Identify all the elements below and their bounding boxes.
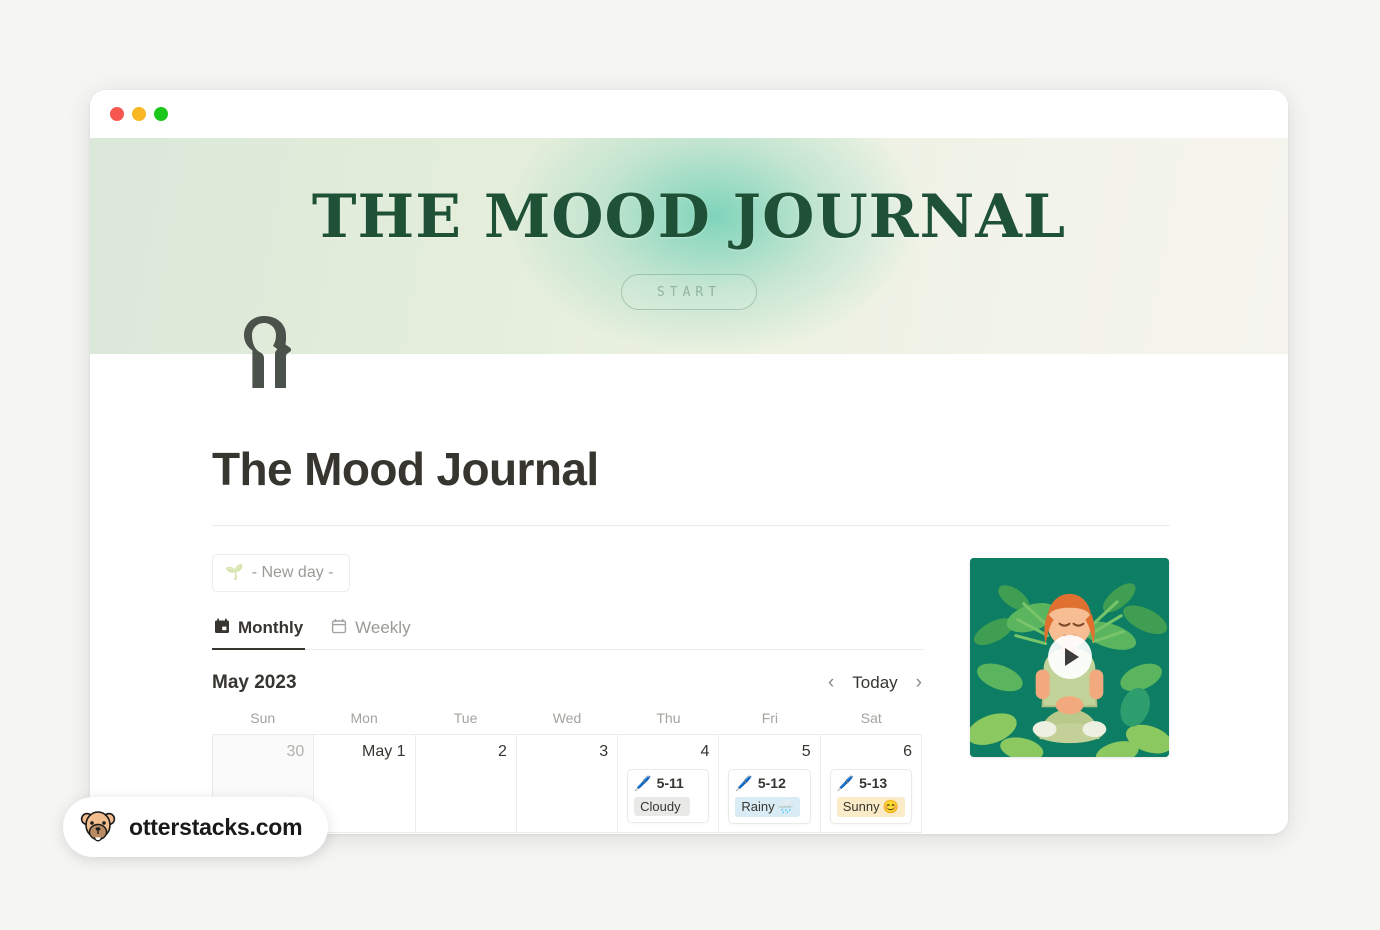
mood-tag-emoji: 😊 bbox=[882, 798, 899, 814]
calendar-column: 🌱 - New day - Monthly Weekly May 2023 ‹ … bbox=[212, 553, 924, 833]
calendar-cell[interactable]: 3 bbox=[516, 734, 619, 833]
page-body: The Mood Journal 🌱 - New day - Monthly W… bbox=[90, 316, 1288, 834]
tab-monthly-label: Monthly bbox=[238, 618, 304, 638]
calendar-cell[interactable]: 2 bbox=[415, 734, 517, 833]
calendar-event-title: 🖊️ 5-13 bbox=[837, 775, 905, 792]
calendar-event[interactable]: 🖊️ 5-12 Rainy 🌧️ bbox=[728, 768, 811, 824]
window-minimize-button[interactable] bbox=[132, 107, 146, 121]
weekday-label: Thu bbox=[656, 709, 681, 726]
calendar-cell[interactable]: 6 🖊️ 5-13 Sunny 😊 bbox=[820, 734, 922, 833]
start-button[interactable]: START bbox=[621, 274, 757, 310]
upload-icon: 🌱 bbox=[225, 564, 244, 582]
calendar-cell[interactable]: May 1 bbox=[314, 734, 416, 833]
calendar-next-button[interactable]: › bbox=[916, 673, 922, 692]
calendar-event-date: 5-11 bbox=[656, 775, 684, 792]
calendar-header: May 2023 ‹ Today › bbox=[212, 672, 922, 694]
calendar-event-date: 5-12 bbox=[757, 775, 786, 792]
new-day-label: - New day - bbox=[251, 563, 334, 581]
mood-tag-label: Sunny bbox=[842, 799, 880, 815]
calendar-prev-button[interactable]: ‹ bbox=[828, 673, 834, 692]
calendar-day-number: 6 bbox=[903, 742, 912, 760]
calendar-event-title: 🖊️ 5-12 bbox=[735, 775, 803, 792]
play-icon[interactable] bbox=[1047, 635, 1092, 680]
weekday-label: Mon bbox=[350, 709, 378, 726]
mood-tag-label: Cloudy bbox=[640, 798, 681, 814]
calendar-cell[interactable]: 5 🖊️ 5-12 Rainy 🌧️ bbox=[719, 734, 821, 833]
calendar-cell[interactable]: 4 🖊️ 5-11 Cloudy bbox=[618, 734, 720, 833]
tab-weekly-label: Weekly bbox=[355, 618, 411, 638]
pen-icon: 🖊️ bbox=[836, 774, 855, 791]
weekday-label: Sat bbox=[860, 709, 882, 726]
window-maximize-button[interactable] bbox=[154, 107, 168, 121]
pen-icon: 🖊️ bbox=[634, 774, 652, 791]
calendar-event-title: 🖊️ 5-11 bbox=[634, 775, 702, 792]
calendar-filled-icon bbox=[214, 618, 230, 639]
browser-window: THE MOOD JOURNAL START The Mood Journal … bbox=[90, 90, 1288, 834]
calendar-day-number: 5 bbox=[801, 742, 811, 760]
media-column bbox=[970, 554, 1169, 833]
video-thumbnail[interactable] bbox=[970, 557, 1169, 757]
calendar-day-number: 2 bbox=[497, 742, 507, 760]
calendar-day-number: May 1 bbox=[361, 742, 406, 760]
mood-tag: Rainy 🌧️ bbox=[735, 796, 800, 817]
calendar-day-number: 30 bbox=[286, 742, 305, 760]
mood-tag-label: Rainy bbox=[741, 799, 775, 815]
pen-icon: 🖊️ bbox=[735, 774, 753, 791]
weekday-label: Sun bbox=[250, 709, 276, 726]
weekday-label: Wed bbox=[552, 709, 582, 726]
hero-title: THE MOOD JOURNAL bbox=[311, 182, 1067, 252]
new-day-button[interactable]: 🌱 - New day - bbox=[212, 553, 351, 592]
calendar-event-date: 5-13 bbox=[859, 775, 888, 792]
calendar-month-label: May 2023 bbox=[212, 671, 297, 693]
view-tabs: Monthly Weekly bbox=[212, 614, 924, 650]
watermark-text: otterstacks.com bbox=[129, 813, 303, 840]
tab-monthly[interactable]: Monthly bbox=[212, 614, 306, 650]
otter-face-icon bbox=[79, 806, 117, 849]
calendar-event[interactable]: 🖊️ 5-13 Sunny 😊 bbox=[829, 768, 912, 824]
weekday-label: Fri bbox=[761, 709, 779, 726]
head-profile-icon bbox=[234, 314, 296, 390]
weekday-label: Tue bbox=[453, 709, 478, 726]
calendar-day-number: 4 bbox=[700, 742, 710, 760]
watermark-badge: otterstacks.com bbox=[63, 797, 329, 857]
mood-tag: Cloudy bbox=[634, 796, 690, 816]
calendar-weekday-header: Sun Mon Tue Wed Thu Fri Sat bbox=[212, 710, 922, 734]
page-title: The Mood Journal bbox=[212, 443, 599, 495]
title-divider bbox=[212, 524, 1170, 526]
mood-tag: Sunny 😊 bbox=[836, 796, 905, 817]
calendar-day-number: 3 bbox=[599, 742, 609, 760]
window-titlebar bbox=[90, 90, 1288, 138]
window-close-button[interactable] bbox=[110, 107, 124, 121]
mood-tag-emoji: 🌧️ bbox=[777, 798, 794, 814]
calendar-event[interactable]: 🖊️ 5-11 Cloudy bbox=[627, 768, 710, 823]
calendar-today-button[interactable]: Today bbox=[852, 673, 897, 693]
tab-weekly[interactable]: Weekly bbox=[329, 614, 412, 650]
calendar-outline-icon bbox=[331, 618, 347, 639]
